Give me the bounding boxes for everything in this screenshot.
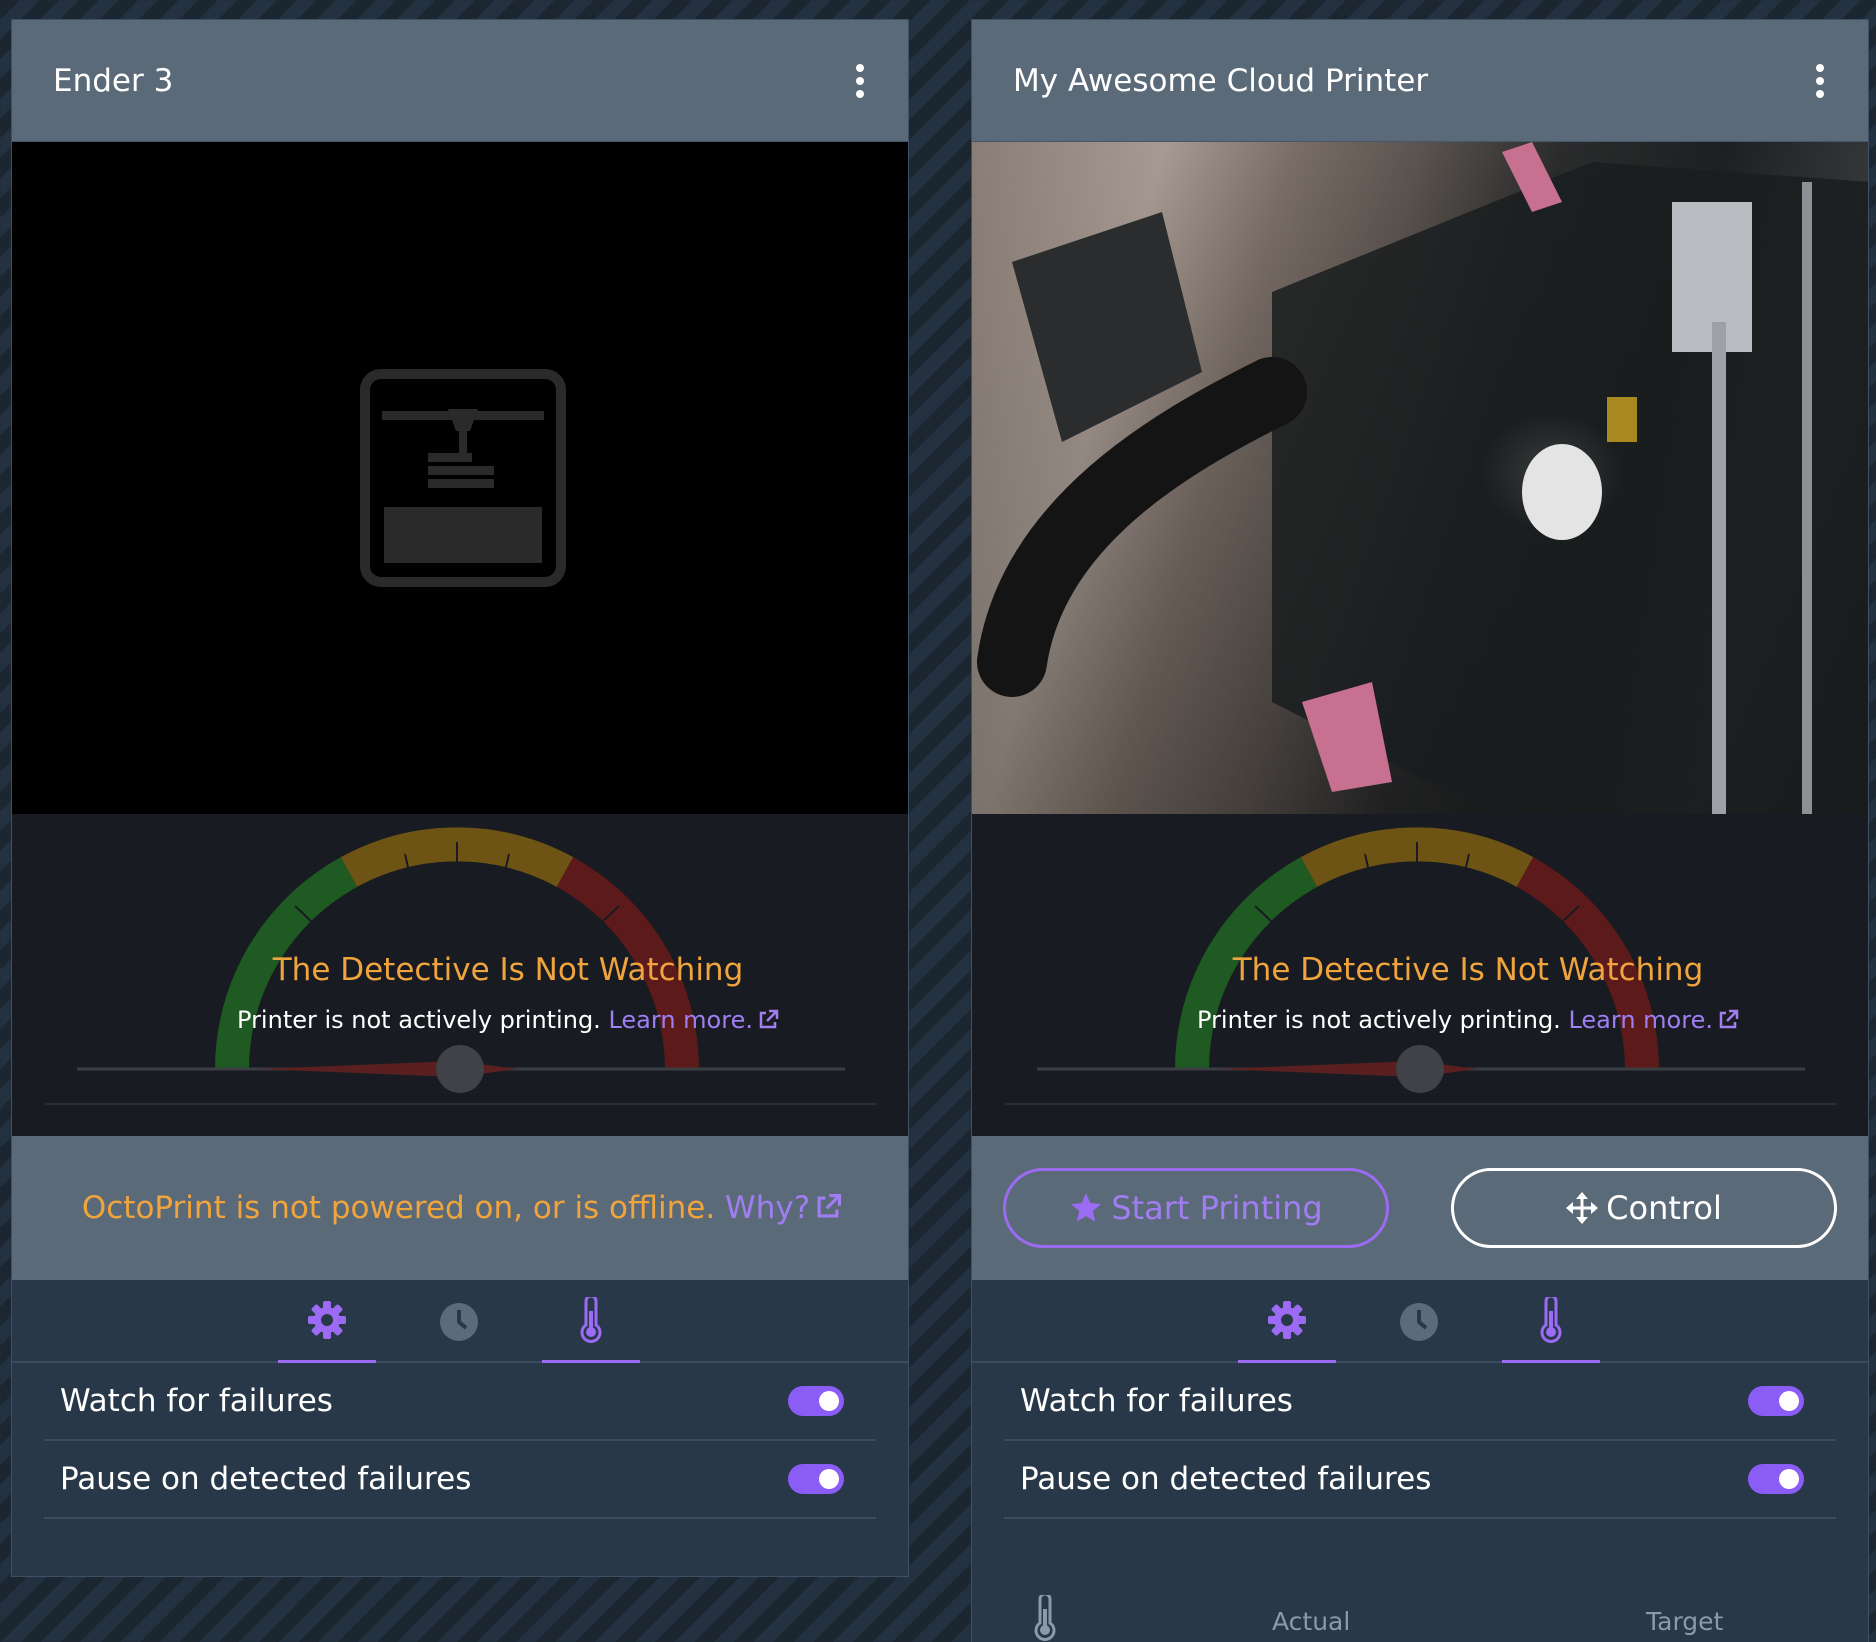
tab-temperature[interactable] — [542, 1280, 640, 1363]
thermometer-icon — [1540, 1297, 1562, 1343]
move-arrows-icon — [1566, 1192, 1599, 1224]
setting-label: Pause on detected failures — [1020, 1461, 1432, 1497]
printer-actions: Start Printing Control — [972, 1136, 1868, 1280]
settings-list: Watch for failures Pause on detected fai… — [972, 1363, 1868, 1519]
printer-card-cloud-printer: My Awesome Cloud Printer The Detective I… — [971, 19, 1869, 1642]
pause-failures-toggle[interactable] — [1748, 1464, 1804, 1494]
more-options-icon[interactable] — [852, 63, 868, 98]
setting-watch-failures: Watch for failures — [44, 1363, 876, 1441]
offline-text: OctoPrint is not powered on, or is offli… — [81, 1190, 716, 1226]
external-link-icon — [759, 1009, 779, 1029]
learn-more-link[interactable]: Learn more. — [608, 1006, 779, 1034]
tab-history[interactable] — [410, 1280, 508, 1363]
external-link-icon — [1719, 1009, 1739, 1029]
learn-more-link[interactable]: Learn more. — [1568, 1006, 1739, 1034]
tab-settings[interactable] — [1238, 1280, 1336, 1363]
tab-history[interactable] — [1370, 1280, 1468, 1363]
learn-more-label: Learn more. — [608, 1006, 753, 1034]
watch-failures-toggle[interactable] — [1748, 1386, 1804, 1416]
control-label: Control — [1606, 1189, 1722, 1227]
temperature-table-header: Actual Target — [972, 1595, 1870, 1642]
column-target: Target — [1646, 1607, 1724, 1636]
detective-status-text: Printer is not actively printing. — [1197, 1006, 1561, 1034]
setting-label: Pause on detected failures — [60, 1461, 472, 1497]
card-header: Ender 3 — [12, 20, 908, 142]
card-header: My Awesome Cloud Printer — [972, 20, 1868, 142]
failure-detective-panel: The Detective Is Not Watching Printer is… — [12, 814, 908, 1136]
control-button[interactable]: Control — [1451, 1168, 1837, 1248]
offline-message: OctoPrint is not powered on, or is offli… — [78, 1190, 842, 1226]
external-link-icon — [817, 1193, 842, 1218]
setting-pause-on-failures: Pause on detected failures — [1004, 1441, 1836, 1519]
detective-title: The Detective Is Not Watching — [272, 952, 744, 988]
printer-placeholder-icon — [360, 369, 566, 587]
webcam-view — [12, 142, 908, 814]
clock-icon — [1400, 1302, 1438, 1341]
detective-status-text: Printer is not actively printing. — [237, 1006, 601, 1034]
why-label: Why? — [725, 1190, 811, 1226]
failure-detective-panel: The Detective Is Not Watching Printer is… — [972, 814, 1868, 1136]
pause-failures-toggle[interactable] — [788, 1464, 844, 1494]
detective-title: The Detective Is Not Watching — [1232, 952, 1704, 988]
webcam-view — [972, 142, 1868, 814]
why-link[interactable]: Why? — [725, 1190, 842, 1226]
printer-actions: OctoPrint is not powered on, or is offli… — [12, 1136, 908, 1280]
setting-watch-failures: Watch for failures — [1004, 1363, 1836, 1441]
tab-settings[interactable] — [278, 1280, 376, 1363]
printer-name: My Awesome Cloud Printer — [1013, 62, 1429, 99]
printer-name: Ender 3 — [53, 62, 174, 99]
webcam-scene — [977, 142, 1868, 814]
thermometer-icon — [1034, 1595, 1056, 1641]
gear-icon — [1268, 1301, 1306, 1339]
card-tabs — [12, 1280, 908, 1363]
setting-label: Watch for failures — [1020, 1383, 1293, 1419]
start-printing-label: Start Printing — [1111, 1189, 1323, 1227]
column-actual: Actual — [1272, 1607, 1351, 1636]
more-options-icon[interactable] — [1812, 63, 1828, 98]
card-tabs — [972, 1280, 1868, 1363]
detective-status: Printer is not actively printing. Learn … — [12, 1006, 908, 1034]
detective-status: Printer is not actively printing. Learn … — [972, 1006, 1868, 1034]
settings-list: Watch for failures Pause on detected fai… — [12, 1363, 908, 1519]
printer-card-ender-3: Ender 3 The Detective Is Not Watching Pr… — [11, 19, 909, 1577]
star-icon — [1071, 1193, 1102, 1222]
learn-more-label: Learn more. — [1568, 1006, 1713, 1034]
clock-icon — [440, 1302, 478, 1341]
start-printing-button[interactable]: Start Printing — [1003, 1168, 1389, 1248]
setting-label: Watch for failures — [60, 1383, 333, 1419]
tab-temperature[interactable] — [1502, 1280, 1600, 1363]
watch-failures-toggle[interactable] — [788, 1386, 844, 1416]
thermometer-icon — [580, 1297, 602, 1343]
gear-icon — [308, 1301, 346, 1339]
setting-pause-on-failures: Pause on detected failures — [44, 1441, 876, 1519]
